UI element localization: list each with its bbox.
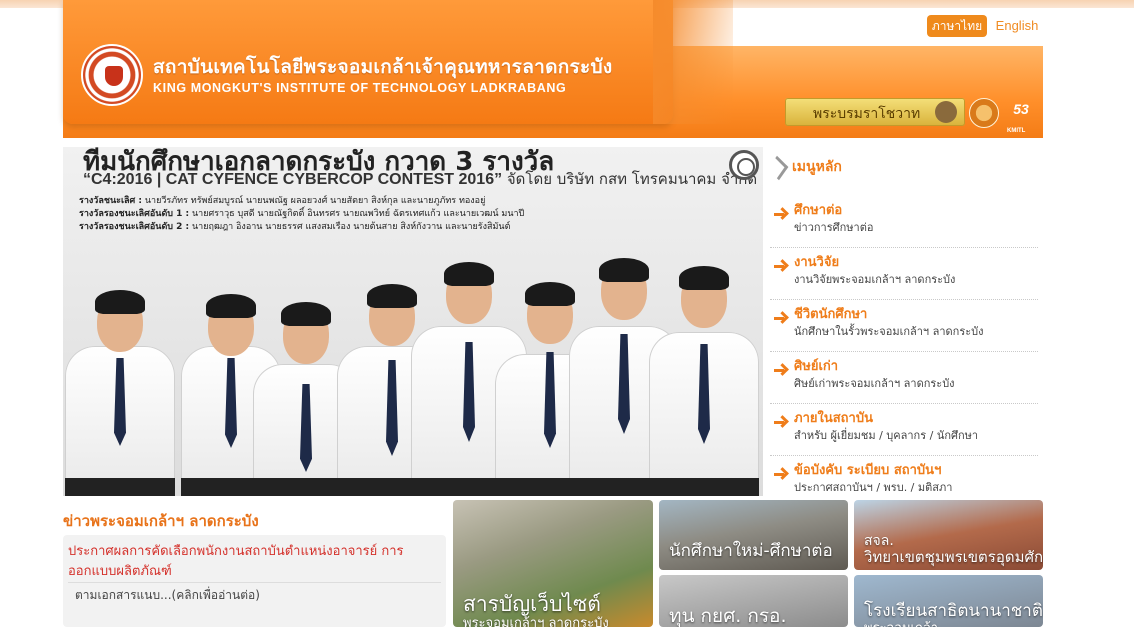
royal-speech-label: พระบรมราโชวาท xyxy=(813,106,921,122)
arrow-right-icon xyxy=(774,416,786,428)
main-menu-title: เมนูหลัก xyxy=(792,159,842,175)
tile-student-loan[interactable]: ทุน กยศ. กรอ. xyxy=(659,575,848,627)
arrow-right-icon xyxy=(774,364,786,376)
hero-sponsor: จัดโดย บริษัท กสท โทรคมนาคม จำกัด (มหาชน… xyxy=(506,170,763,188)
royal-portrait-icon xyxy=(935,101,957,123)
arrow-right-icon xyxy=(774,312,786,324)
menu-item-title: ชีวิตนักศึกษา xyxy=(794,307,868,322)
menu-item-title: ศึกษาต่อ xyxy=(794,203,843,218)
arrow-right-icon xyxy=(774,468,786,480)
menu-item-title: ข้อบังคับ ระเบียบ สถาบันฯ xyxy=(794,463,942,478)
menu-item-subtitle: นักศึกษาในรั้วพระจอมเกล้าฯ ลาดกระบัง xyxy=(794,325,984,338)
tile-caption-sub: พระจอมเกล้าฯ ลาดกระบัง xyxy=(463,616,609,627)
news-headline-link[interactable]: ประกาศผลการคัดเลือกพนักงานสถาบันตำแหน่งอ… xyxy=(68,542,443,582)
arrow-right-icon xyxy=(774,260,786,272)
tile-new-students[interactable]: นักศึกษาใหม่-ศึกษาต่อ xyxy=(659,500,848,570)
header-logo-card[interactable]: สถาบันเทคโนโลยีพระจอมเกล้าเจ้าคุณทหารลาด… xyxy=(63,0,733,124)
menu-item-subtitle: ข่าวการศึกษาต่อ xyxy=(794,221,874,234)
award-names: นายวีรภัทร ทรัพย์สมบูรณ์ นายนพณัฐ ผลอยวง… xyxy=(144,196,486,206)
menu-item-research[interactable]: งานวิจัยงานวิจัยพระจอมเกล้าฯ ลาดกระบัง xyxy=(770,248,1038,300)
award-label: รางวัลรองชนะเลิศอันดับ 2 : xyxy=(79,222,190,232)
hero-award-line: รางวัลชนะเลิศ : นายวีรภัทร ทรัพย์สมบูรณ์… xyxy=(79,193,485,207)
award-names: นายศราวุธ บุสดี นายณัฐกิตติ์ อินทรศร นาย… xyxy=(192,209,525,219)
menu-item-subtitle: ศิษย์เก่าพระจอมเกล้าฯ ลาดกระบัง xyxy=(794,377,955,390)
site-title-english: KING MONGKUT'S INSTITUTE OF TECHNOLOGY L… xyxy=(153,81,567,95)
language-thai-button[interactable]: ภาษาไทย xyxy=(927,15,987,37)
hero-banner[interactable]: ทีมนักศึกษาเอกลาดกระบัง กวาด 3 รางวัล “C… xyxy=(63,147,763,496)
menu-arrow-icon xyxy=(767,155,789,181)
hero-contest-name: “C4:2016 | CAT CYFENCE CYBERCOP CONTEST … xyxy=(83,171,503,188)
menu-item-internal[interactable]: ภายในสถาบันสำหรับ ผู้เยี่ยมชม / บุคลากร … xyxy=(770,404,1038,456)
menu-item-student-life[interactable]: ชีวิตนักศึกษานักศึกษาในรั้วพระจอมเกล้าฯ … xyxy=(770,300,1038,352)
award-label: รางวัลรองชนะเลิศอันดับ 1 : xyxy=(79,209,190,219)
award-label: รางวัลชนะเลิศ : xyxy=(79,196,142,206)
kmitl-seal-icon xyxy=(81,44,143,106)
menu-item-subtitle: งานวิจัยพระจอมเกล้าฯ ลาดกระบัง xyxy=(794,273,956,286)
student-photo xyxy=(65,284,175,496)
menu-item-title: ศิษย์เก่า xyxy=(794,359,839,374)
page: สถาบันเทคโนโลยีพระจอมเกล้าเจ้าคุณทหารลาด… xyxy=(0,0,1134,627)
anniversary-sub: KMITL xyxy=(1007,128,1026,134)
royal-emblem-icon xyxy=(969,98,999,128)
divider xyxy=(68,582,441,583)
tile-caption: นักศึกษาใหม่-ศึกษาต่อ xyxy=(669,541,833,561)
menu-item-alumni[interactable]: ศิษย์เก่าศิษย์เก่าพระจอมเกล้าฯ ลาดกระบัง xyxy=(770,352,1038,404)
news-section-title: ข่าวพระจอมเกล้าฯ ลาดกระบัง xyxy=(63,512,259,530)
menu-item-subtitle: ประกาศสถาบันฯ / พรบ. / มติสภา xyxy=(794,481,953,494)
tile-caption-sub: พระจอมเกล้า xyxy=(864,617,938,627)
student-photo xyxy=(649,264,759,496)
tile-caption-sub: วิทยาเขตชุมพรเขตรอุดมศักดิ์ xyxy=(864,548,1043,566)
tile-site-directory[interactable]: สารบัญเว็บไซต์ พระจอมเกล้าฯ ลาดกระบัง xyxy=(453,500,653,627)
menu-item-study[interactable]: ศึกษาต่อข่าวการศึกษาต่อ xyxy=(770,196,1038,248)
language-english-link[interactable]: English xyxy=(991,15,1043,37)
anniversary-logo: 53 KMITL xyxy=(1003,96,1039,134)
tile-chumphon-campus[interactable]: สจล. วิทยาเขตชุมพรเขตรอุดมศักดิ์ xyxy=(854,500,1043,570)
royal-speech-banner[interactable]: พระบรมราโชวาท xyxy=(785,98,965,126)
tile-international-school[interactable]: โรงเรียนสาธิตนานาชาติ พระจอมเกล้า xyxy=(854,575,1043,627)
menu-item-title: งานวิจัย xyxy=(794,255,840,270)
arrow-right-icon xyxy=(774,208,786,220)
site-header: สถาบันเทคโนโลยีพระจอมเกล้าเจ้าคุณทหารลาด… xyxy=(63,0,1043,140)
tile-caption: ทุน กยศ. กรอ. xyxy=(669,605,787,627)
news-read-more-link[interactable]: ตามเอกสารแนบ...(คลิกเพื่ออ่านต่อ) xyxy=(75,586,260,605)
hero-award-line: รางวัลรองชนะเลิศอันดับ 1 : นายศราวุธ บุส… xyxy=(79,206,524,220)
site-title-thai: สถาบันเทคโนโลยีพระจอมเกล้าเจ้าคุณทหารลาด… xyxy=(153,56,613,78)
award-names: นายฤฒฎา อิงอาน นายธรรศ แสงสมเรือง นายต้น… xyxy=(192,222,511,232)
menu-item-title: ภายในสถาบัน xyxy=(794,411,873,426)
anniversary-number: 53 xyxy=(1013,101,1029,117)
menu-item-subtitle: สำหรับ ผู้เยี่ยมชม / บุคลากร / นักศึกษา xyxy=(794,429,979,442)
news-list: ประกาศผลการคัดเลือกพนักงานสถาบันตำแหน่งอ… xyxy=(63,535,446,627)
hero-award-line: รางวัลรองชนะเลิศอันดับ 2 : นายฤฒฎา อิงอา… xyxy=(79,219,510,233)
hero-subline: “C4:2016 | CAT CYFENCE CYBERCOP CONTEST … xyxy=(83,167,763,191)
slideshow-indicator-icon[interactable] xyxy=(729,150,759,180)
